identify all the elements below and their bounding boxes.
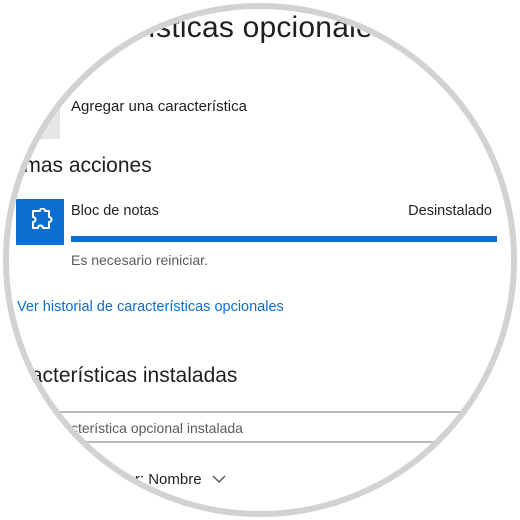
puzzle-icon-glyph xyxy=(32,208,53,229)
sort-dropdown[interactable]: Ordenar por: Nombre xyxy=(59,471,226,488)
add-feature-icon[interactable] xyxy=(3,85,60,139)
search-box[interactable] xyxy=(3,411,467,443)
magnified-view: Características opcionales Agregar una c… xyxy=(3,3,517,517)
page-title: Características opcionales xyxy=(31,11,389,44)
chevron-down-icon xyxy=(212,475,226,484)
recent-actions-heading: Últimas acciones xyxy=(3,154,152,177)
puzzle-icon xyxy=(16,199,64,245)
sort-label: Ordenar por: Nombre xyxy=(59,471,202,488)
history-link[interactable]: Ver historial de características opciona… xyxy=(17,299,284,315)
add-feature-button[interactable]: Agregar una característica xyxy=(71,98,247,115)
status-text: Desinstalado xyxy=(408,203,492,219)
progress-fill xyxy=(71,236,497,242)
restart-notice: Es necesario reiniciar. xyxy=(71,252,208,268)
search-input[interactable] xyxy=(3,417,458,439)
installed-features-heading: Características instaladas xyxy=(3,364,238,387)
progress-bar xyxy=(71,236,497,242)
feature-name: Bloc de notas xyxy=(71,203,159,219)
